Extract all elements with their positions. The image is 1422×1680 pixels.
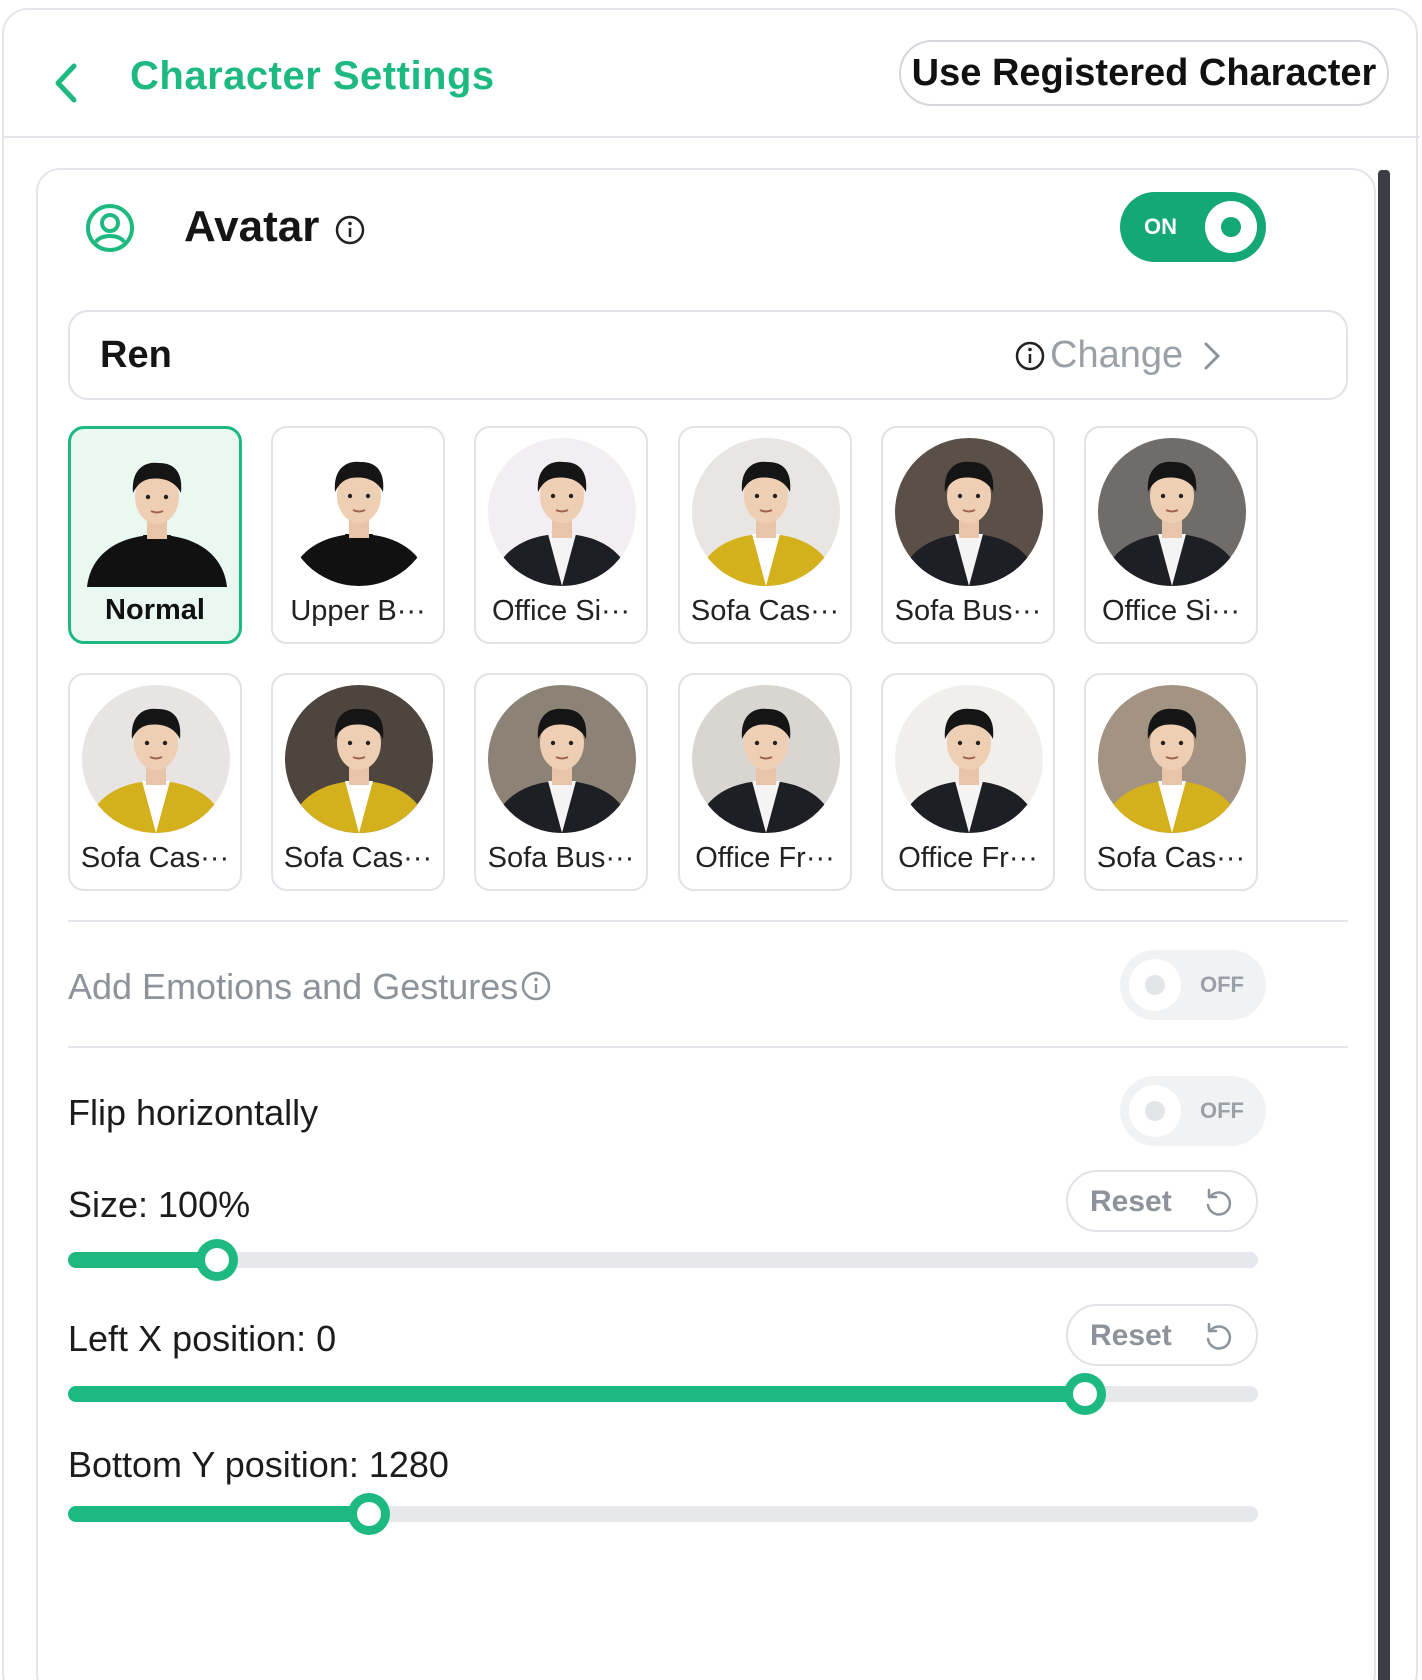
- use-registered-character-button[interactable]: Use Registered Character: [899, 40, 1389, 106]
- pose-label: Upper B···: [290, 595, 426, 627]
- page-title: Character Settings: [130, 54, 495, 98]
- pose-label: Office Si···: [491, 595, 631, 627]
- left-x-reset-button[interactable]: Reset: [1066, 1304, 1258, 1366]
- emotions-label: Add Emotions and Gestures: [68, 966, 519, 1007]
- bottom-y-slider[interactable]: [68, 1493, 1258, 1535]
- undo-icon: [1206, 1188, 1232, 1216]
- pose-tile[interactable]: Sofa Cas···: [68, 673, 242, 891]
- chevron-left-icon[interactable]: [48, 58, 88, 108]
- slider-fill: [68, 1506, 370, 1522]
- pose-tile[interactable]: Sofa Cas···: [678, 426, 852, 644]
- reset-label: Reset: [1090, 1185, 1172, 1218]
- slider-thumb[interactable]: [1064, 1373, 1107, 1415]
- slider-fill: [68, 1252, 217, 1268]
- pose-tile[interactable]: Upper B···: [271, 426, 445, 644]
- chevron-right-icon[interactable]: [1198, 338, 1224, 374]
- pose-thumbnail: [895, 685, 1043, 833]
- pose-tile[interactable]: Office Si···: [474, 426, 648, 644]
- info-icon[interactable]: [1014, 340, 1046, 372]
- pose-tile[interactable]: Sofa Bus···: [881, 426, 1055, 644]
- size-reset-button[interactable]: Reset: [1066, 1170, 1258, 1232]
- slider-fill: [68, 1386, 1086, 1402]
- pose-thumbnail: [692, 685, 840, 833]
- toggle-knob: [1205, 201, 1257, 253]
- emotions-toggle[interactable]: OFF: [1120, 950, 1266, 1020]
- pose-tile[interactable]: Sofa Cas···: [271, 673, 445, 891]
- toggle-knob: [1129, 1085, 1181, 1137]
- pose-tile[interactable]: Office Fr···: [881, 673, 1055, 891]
- slider-thumb[interactable]: [195, 1239, 238, 1281]
- pose-thumbnail: [488, 438, 636, 586]
- toggle-label: OFF: [1200, 972, 1244, 997]
- pose-label: Normal: [105, 594, 205, 626]
- character-name: Ren: [100, 334, 172, 376]
- avatar-card: Avatar ON Ren Change Normal Upper B··· Off…: [36, 168, 1376, 1680]
- info-icon[interactable]: [334, 214, 366, 246]
- toggle-knob: [1129, 959, 1181, 1011]
- undo-icon: [1206, 1322, 1232, 1350]
- left-x-label: Left X position: 0: [68, 1318, 337, 1359]
- size-label: Size: 100%: [68, 1184, 251, 1225]
- pose-label: Sofa Cas···: [80, 842, 230, 874]
- header: Character Settings Use Registered Charac…: [4, 10, 1420, 138]
- toggle-label: ON: [1144, 214, 1177, 239]
- flip-toggle[interactable]: OFF: [1120, 1076, 1266, 1146]
- scrollbar[interactable]: [1378, 170, 1390, 1680]
- flip-label: Flip horizontally: [68, 1092, 319, 1133]
- pose-thumbnail: [82, 685, 230, 833]
- pose-thumbnail: [488, 685, 636, 833]
- pose-label: Office Fr···: [898, 842, 1038, 874]
- avatar-toggle[interactable]: ON: [1120, 192, 1266, 262]
- user-circle-icon: [86, 204, 134, 252]
- pose-tile[interactable]: Office Fr···: [678, 673, 852, 891]
- pose-label: Sofa Bus···: [487, 842, 635, 874]
- pose-tile[interactable]: Normal: [68, 426, 242, 644]
- bottom-y-label: Bottom Y position: 1280: [68, 1444, 449, 1485]
- pose-label: Office Fr···: [695, 842, 835, 874]
- pose-thumbnail: [692, 438, 840, 586]
- left-x-slider[interactable]: [68, 1373, 1258, 1415]
- pose-tile[interactable]: Sofa Bus···: [474, 673, 648, 891]
- pose-thumbnail: [285, 685, 433, 833]
- slider-thumb[interactable]: [348, 1493, 391, 1535]
- pose-tile[interactable]: Sofa Cas···: [1084, 673, 1258, 891]
- pose-thumbnail: [895, 438, 1043, 586]
- section-title: Avatar: [184, 202, 320, 251]
- character-selector[interactable]: Ren Change: [68, 310, 1348, 400]
- reset-label: Reset: [1090, 1319, 1172, 1352]
- size-slider[interactable]: [68, 1239, 1258, 1281]
- pose-label: Sofa Cas···: [1096, 842, 1246, 874]
- pose-label: Sofa Cas···: [283, 842, 433, 874]
- divider: [68, 1046, 1348, 1048]
- change-link[interactable]: Change: [1050, 334, 1183, 377]
- pose-label: Sofa Cas···: [690, 595, 840, 627]
- pose-thumbnail: [1098, 685, 1246, 833]
- pose-thumbnail: [1098, 438, 1246, 586]
- info-icon[interactable]: [520, 970, 552, 1002]
- pose-tile[interactable]: Office Si···: [1084, 426, 1258, 644]
- settings-panel: Character Settings Use Registered Charac…: [2, 8, 1420, 1680]
- toggle-label: OFF: [1200, 1098, 1244, 1123]
- pose-thumbnail: [285, 438, 433, 586]
- pose-label: Office Si···: [1101, 595, 1241, 627]
- pose-thumbnail: [83, 439, 231, 587]
- divider: [68, 920, 1348, 922]
- pose-label: Sofa Bus···: [894, 595, 1042, 627]
